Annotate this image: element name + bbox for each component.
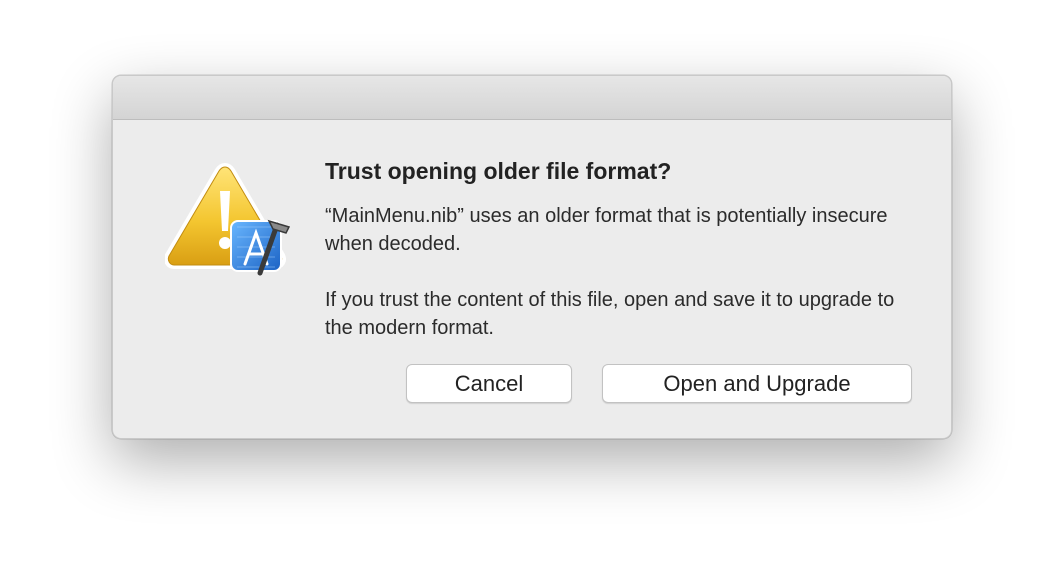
cancel-button[interactable]: Cancel: [406, 364, 572, 403]
open-and-upgrade-button[interactable]: Open and Upgrade: [602, 364, 912, 403]
caution-triangle-icon: [163, 162, 291, 276]
dialog-message-primary: “MainMenu.nib” uses an older format that…: [325, 205, 888, 255]
dialog-title: Trust opening older file format?: [325, 158, 672, 184]
xcode-badge-icon: [230, 219, 291, 276]
alert-dialog: Trust opening older file format? “MainMe…: [112, 75, 952, 439]
dialog-titlebar[interactable]: [113, 76, 951, 120]
caution-xcode-icon: [163, 161, 293, 279]
dialog-message-secondary: If you trust the content of this file, o…: [325, 289, 895, 339]
